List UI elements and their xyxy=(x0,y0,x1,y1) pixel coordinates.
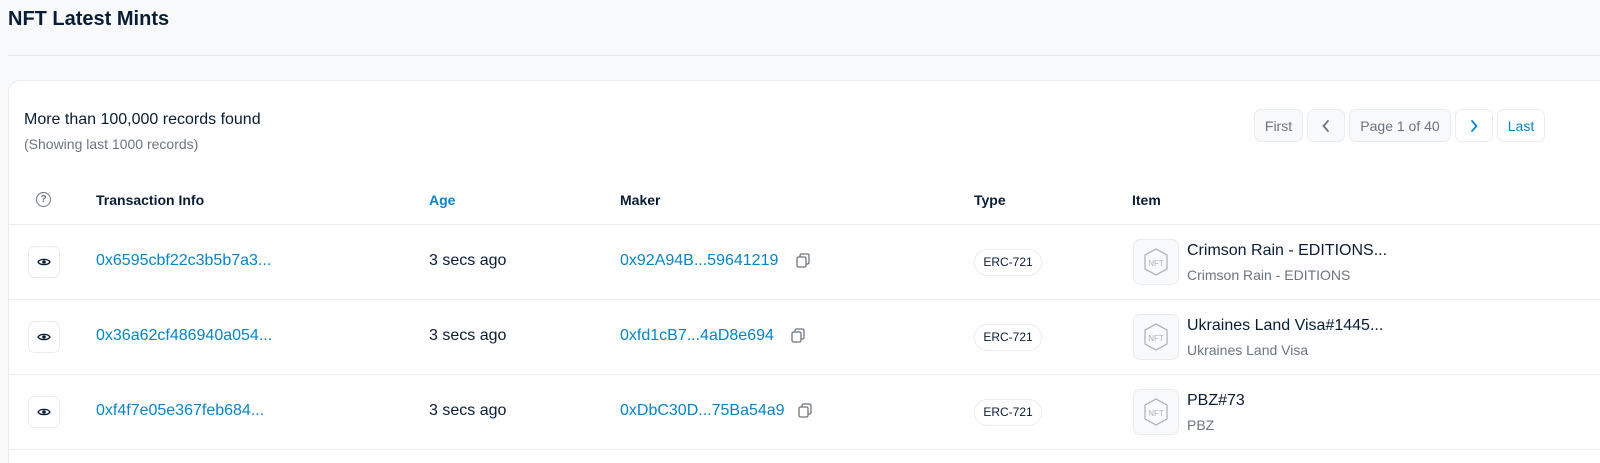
type-badge: ERC-721 xyxy=(974,324,1042,351)
page-indicator: Page 1 of 40 xyxy=(1349,109,1451,142)
tx-hash-link[interactable]: 0xf4f7e05e367feb684... xyxy=(96,402,264,420)
type-badge: ERC-721 xyxy=(974,249,1042,276)
eye-icon xyxy=(37,408,51,416)
copy-icon[interactable] xyxy=(789,327,807,345)
col-type: Type xyxy=(974,192,1006,208)
chevron-left-icon xyxy=(1322,119,1329,132)
table-header: ? Transaction Info Age Maker Type Item xyxy=(9,179,1600,225)
svg-text:NFT: NFT xyxy=(1148,409,1164,418)
col-age[interactable]: Age xyxy=(429,192,455,208)
maker-link[interactable]: 0xDbC30D...75Ba54a9 xyxy=(620,402,785,420)
view-details-button[interactable] xyxy=(28,321,60,353)
chevron-right-icon xyxy=(1471,119,1478,132)
item-collection: PBZ xyxy=(1187,417,1215,433)
nft-placeholder-icon: NFT xyxy=(1144,323,1168,351)
col-item: Item xyxy=(1132,192,1161,208)
col-maker: Maker xyxy=(620,192,661,208)
view-details-button[interactable] xyxy=(28,246,60,278)
age-value: 3 secs ago xyxy=(429,327,507,344)
prev-page-button[interactable] xyxy=(1307,109,1345,142)
eye-icon xyxy=(37,333,51,341)
tx-hash-link[interactable]: 0x6595cbf22c3b5b7a3... xyxy=(96,252,271,270)
copy-icon[interactable] xyxy=(794,252,812,270)
svg-text:NFT: NFT xyxy=(1148,259,1164,268)
table-row: 0x36a62cf486940a054... 3 secs ago 0xfd1c… xyxy=(9,300,1600,375)
title-divider xyxy=(8,55,1600,56)
col-transaction-info: Transaction Info xyxy=(96,192,205,208)
nft-thumbnail[interactable]: NFT xyxy=(1133,239,1179,285)
nft-placeholder-icon: NFT xyxy=(1144,248,1168,276)
nft-placeholder-icon: NFT xyxy=(1144,398,1168,426)
item-name-link[interactable]: PBZ#73 xyxy=(1187,392,1245,410)
question-circle-icon[interactable]: ? xyxy=(36,192,51,207)
maker-link[interactable]: 0x92A94B...59641219 xyxy=(620,252,778,270)
next-page-button[interactable] xyxy=(1455,109,1493,142)
records-note: (Showing last 1000 records) xyxy=(24,136,199,152)
tx-hash-link[interactable]: 0x36a62cf486940a054... xyxy=(96,327,272,345)
type-badge: ERC-721 xyxy=(974,399,1042,426)
eye-icon xyxy=(37,258,51,266)
copy-icon[interactable] xyxy=(796,402,814,420)
nft-thumbnail[interactable]: NFT xyxy=(1133,314,1179,360)
maker-link[interactable]: 0xfd1cB7...4aD8e694 xyxy=(620,327,774,345)
last-page-button[interactable]: Last xyxy=(1497,109,1545,142)
mints-card: More than 100,000 records found (Showing… xyxy=(8,80,1600,463)
age-value: 3 secs ago xyxy=(429,402,507,419)
nft-thumbnail[interactable]: NFT xyxy=(1133,389,1179,435)
svg-text:NFT: NFT xyxy=(1148,334,1164,343)
records-count: More than 100,000 records found xyxy=(24,111,261,128)
table-row: 0xf4f7e05e367feb684... 3 secs ago 0xDbC3… xyxy=(9,375,1600,450)
first-page-button[interactable]: First xyxy=(1254,109,1303,142)
table-row: 0x6595cbf22c3b5b7a3... 3 secs ago 0x92A9… xyxy=(9,225,1600,300)
pagination: First Page 1 of 40 Last xyxy=(1254,109,1545,142)
item-collection: Ukraines Land Visa xyxy=(1187,342,1309,358)
view-details-button[interactable] xyxy=(28,396,60,428)
item-name-link[interactable]: Ukraines Land Visa#1445... xyxy=(1187,317,1383,335)
age-value: 3 secs ago xyxy=(429,252,507,269)
item-collection: Crimson Rain - EDITIONS xyxy=(1187,267,1351,283)
page-title: NFT Latest Mints xyxy=(8,8,170,30)
item-name-link[interactable]: Crimson Rain - EDITIONS... xyxy=(1187,242,1387,260)
